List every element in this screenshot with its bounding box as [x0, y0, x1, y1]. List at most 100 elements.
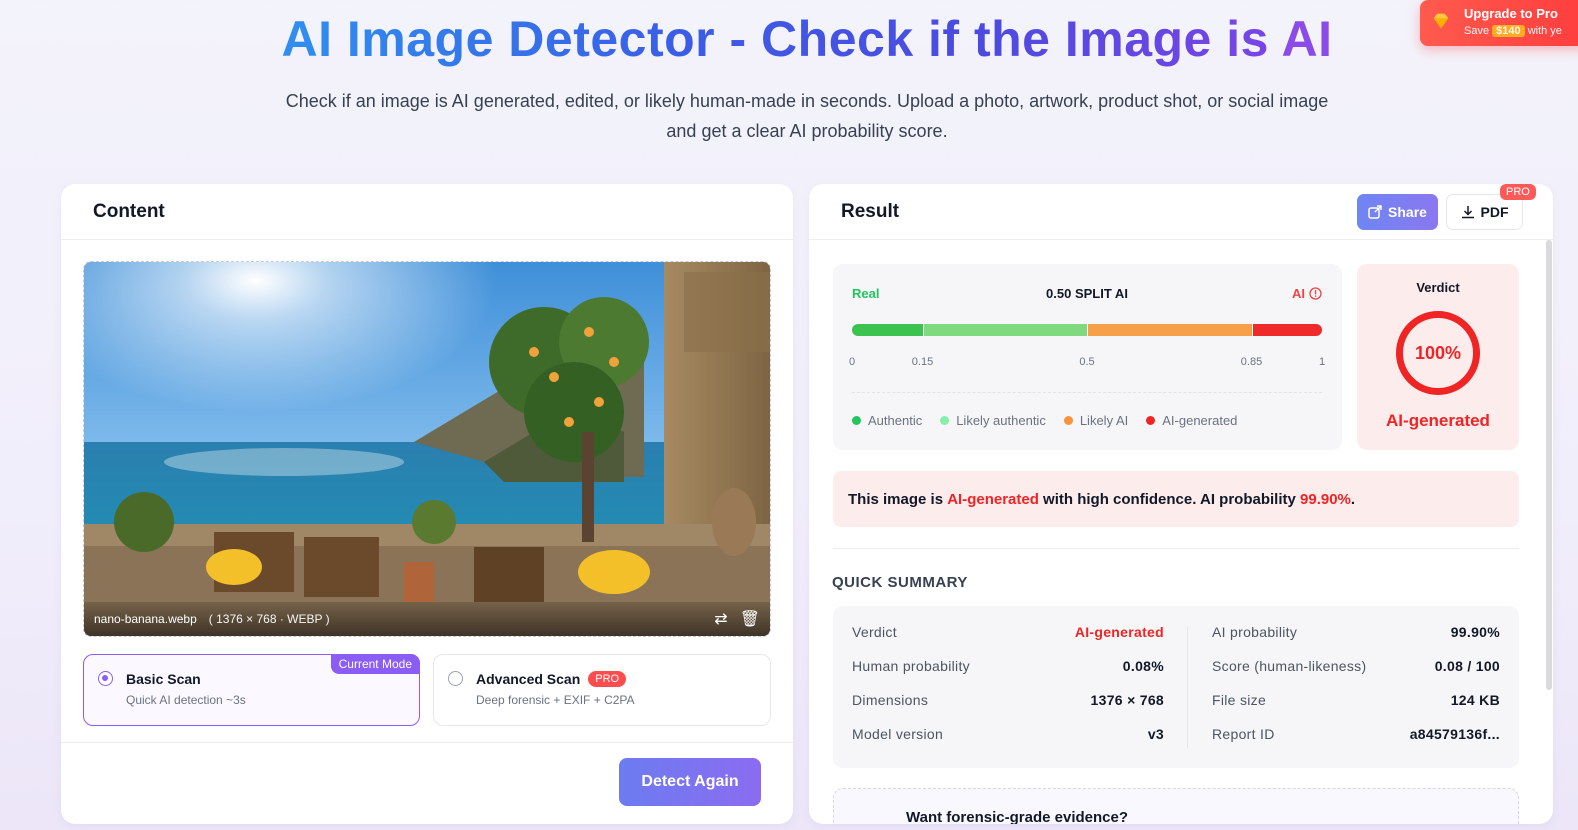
confidence-message: This image is AI-generated with high con… — [833, 471, 1519, 527]
result-divider — [833, 548, 1519, 549]
page-title: AI Image Detector - Check if the Image i… — [0, 10, 1578, 68]
summary-label: Score (human-likeness) — [1212, 658, 1367, 674]
advanced-scan-option[interactable]: Advanced Scan PRO Deep forensic + EXIF + … — [433, 654, 771, 726]
advanced-pro-badge: PRO — [588, 671, 627, 687]
upgrade-title: Upgrade to Pro — [1464, 6, 1558, 21]
summary-row: Human probability 0.08% — [852, 658, 1164, 692]
download-icon — [1461, 206, 1474, 219]
legend-item: Authentic — [852, 413, 922, 428]
verdict-percent: 100% — [1414, 342, 1462, 363]
confidence-verdict: AI-generated — [947, 490, 1039, 508]
diamond-icon — [1433, 13, 1449, 29]
basic-scan-option[interactable]: Basic Scan Quick AI detection ~3s Curren… — [83, 654, 420, 726]
quick-summary: Verdict AI-generated Human probability 0.08… — [833, 606, 1519, 768]
scale-segment — [922, 324, 1087, 336]
summary-row: AI probability 99.90% — [1212, 624, 1500, 658]
legend-dot-icon — [852, 416, 861, 425]
legend-item: AI-generated — [1146, 413, 1237, 428]
basic-scan-radio[interactable] — [98, 671, 113, 686]
summary-label: Model version — [852, 726, 944, 742]
legend-label: Authentic — [868, 413, 923, 428]
info-icon[interactable] — [1309, 287, 1322, 300]
summary-value: a84579136f... — [1409, 726, 1500, 742]
image-preview[interactable]: nano-banana.webp ( 1376 × 768 · WEBP ) ⇄… — [83, 261, 771, 637]
scale-split-label: 0.50 SPLIT AI — [1046, 286, 1128, 301]
scale-segment — [1087, 324, 1252, 336]
scale-segment — [1251, 324, 1322, 336]
summary-value: 99.90% — [1450, 624, 1500, 640]
scale-ai-label: AI — [1292, 286, 1305, 301]
scale-tick-label: 0 — [848, 356, 856, 368]
summary-row: File size 124 KB — [1212, 692, 1500, 726]
legend-dot-icon — [1063, 416, 1073, 425]
legend-item: Likely authentic — [940, 413, 1046, 428]
summary-row: Score (human-likeness) 0.08 / 100 — [1212, 658, 1500, 692]
summary-row: Report ID a84579136f... — [1212, 726, 1500, 760]
legend-label: Likely AI — [1079, 413, 1129, 428]
share-icon — [1368, 205, 1382, 219]
swap-icon[interactable]: ⇄ — [714, 609, 727, 629]
verdict-panel: Verdict 100% AI-generated — [1357, 264, 1519, 450]
scale-tick-label: 0.15 — [911, 356, 934, 368]
verdict-title: Verdict — [1416, 280, 1460, 295]
scale-ticks: 0 0.15 0.5 0.85 1 — [848, 356, 1326, 370]
trash-icon[interactable]: 🗑 — [740, 609, 760, 629]
content-card: Content nano-banana.webp (1376 × 768 · … — [61, 184, 793, 824]
uploaded-image — [84, 262, 770, 636]
advanced-scan-radio[interactable] — [448, 671, 463, 686]
summary-left-column: Verdict AI-generated Human probability 0.08… — [852, 624, 1164, 760]
page-subtitle: Check if an image is AI generated, edite… — [285, 91, 1329, 141]
summary-right-column: AI probability 99.90% Score (human-likenes… — [1212, 624, 1500, 760]
pdf-pro-badge: PRO — [1500, 184, 1536, 200]
upgrade-save-text: Save $140 with ye — [1464, 25, 1562, 37]
advanced-scan-title: Advanced Scan — [476, 671, 581, 687]
scale-tick-label: 0.85 — [1240, 356, 1263, 368]
detect-again-button[interactable]: Detect Again — [619, 758, 761, 806]
upgrade-to-pro-button[interactable]: Upgrade to Pro Save $140 with ye — [1420, 0, 1578, 46]
legend-label: Likely authentic — [956, 413, 1046, 428]
legend-dot-icon — [1146, 416, 1156, 425]
summary-label: Report ID — [1212, 726, 1275, 742]
summary-label: File size — [1212, 692, 1267, 708]
scale-tick-label: 1 — [1318, 356, 1326, 368]
verdict-label: AI-generated — [1386, 411, 1490, 430]
content-divider — [61, 742, 793, 743]
summary-row: Verdict AI-generated — [852, 624, 1164, 658]
legend-label: AI-generated — [1162, 413, 1238, 428]
result-scrollbar[interactable] — [1546, 240, 1552, 690]
quick-summary-title: QUICK SUMMARY — [832, 574, 968, 591]
content-card-title: Content — [61, 184, 793, 240]
scale-tick-label: 0.5 — [1079, 356, 1095, 368]
result-card-title: Result — [809, 184, 1553, 240]
scale-legend: Authentic Likely authentic Likely AI AI-gen… — [852, 413, 1237, 428]
current-mode-badge: Current Mode — [330, 654, 420, 674]
page-title-ai: AI — [1281, 11, 1333, 67]
upgrade-save-amount: $140 — [1492, 25, 1525, 37]
legend-dot-icon — [940, 416, 950, 425]
summary-label: Dimensions — [852, 692, 929, 708]
summary-label: AI probability — [1212, 624, 1298, 640]
page-title-main: AI Image Detector - Check if the Image i… — [281, 11, 1282, 67]
legend-item: Likely AI — [1063, 413, 1129, 428]
share-button[interactable]: Share — [1357, 194, 1438, 230]
summary-value: AI-generated — [1074, 624, 1164, 640]
image-caption: nano-banana.webp ( 1376 × 768 · WEBP ) ⇄… — [84, 602, 770, 636]
scale-separator — [852, 392, 1322, 393]
result-card: Result Share PDF PRO Real 0.50 SPLIT AI … — [809, 184, 1553, 824]
file-dimensions: ( 1376 × 768 · WEBP ) — [208, 612, 330, 626]
forensic-prompt: Want forensic-grade evidence? — [906, 809, 1128, 824]
basic-scan-subtitle: Quick AI detection ~3s — [126, 693, 246, 707]
summary-value: 0.08 / 100 — [1434, 658, 1500, 674]
summary-label: Verdict — [852, 624, 897, 640]
verdict-ring: 100% — [1396, 311, 1480, 395]
summary-divider — [1187, 626, 1188, 748]
summary-value: 124 KB — [1450, 692, 1500, 708]
summary-value: 1376 × 768 — [1090, 692, 1164, 708]
summary-value: v3 — [1147, 726, 1164, 742]
forensic-upsell[interactable]: Want forensic-grade evidence? — [833, 788, 1519, 824]
summary-row: Model version v3 — [852, 726, 1164, 760]
summary-value: 0.08% — [1122, 658, 1164, 674]
advanced-scan-subtitle: Deep forensic + EXIF + C2PA — [476, 693, 635, 707]
scale-bar — [852, 324, 1322, 336]
probability-scale: Real 0.50 SPLIT AI AI 0 0.15 0.5 0.85 1 Auth… — [833, 264, 1342, 450]
